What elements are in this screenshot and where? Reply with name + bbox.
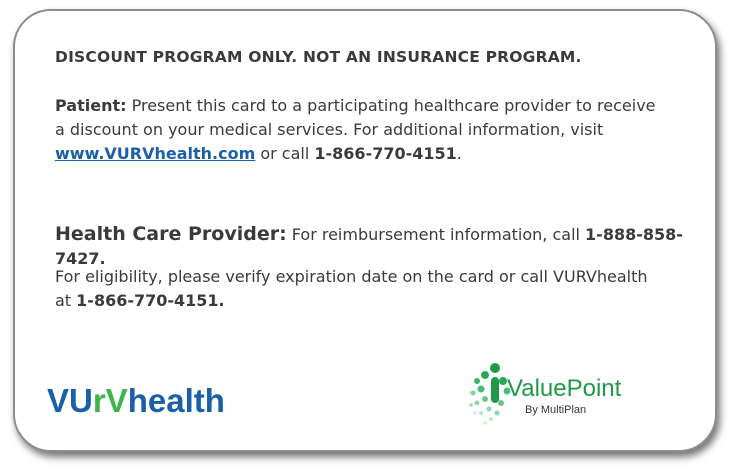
vurvhealth-logo: VUrVhealth [47,382,225,419]
provider-paragraph: Health Care Provider: For reimbursement … [55,222,715,271]
provider-text: For reimbursement information, call [286,225,586,244]
vurv-logo-part2: rV [93,382,128,419]
patient-label: Patient: [55,96,127,115]
eligibility-phone: 1-866-770-4151. [76,291,225,310]
patient-text-2: or call [255,144,315,163]
disclaimer-heading: DISCOUNT PROGRAM ONLY. NOT AN INSURANCE … [55,48,582,66]
patient-phone: 1-866-770-4151 [314,144,457,163]
valuepoint-subtitle: By MultiPlan [525,404,586,416]
valuepoint-name: ValuePoint [507,375,622,402]
patient-paragraph: Patient: Present this card to a particip… [55,94,665,166]
patient-text: Present this card to a participating hea… [55,96,656,139]
vurv-logo-part3: health [128,382,225,419]
valuepoint-logo: ValuePoint By MultiPlan [469,363,622,425]
patient-end: . [456,144,462,163]
valuepoint-dots-icon [469,363,511,425]
discount-card: DISCOUNT PROGRAM ONLY. NOT AN INSURANCE … [13,9,717,452]
website-link[interactable]: www.VURVhealth.com [55,144,255,163]
provider-label: Health Care Provider: [55,223,287,245]
eligibility-paragraph: For eligibility, please verify expiratio… [55,265,665,313]
svg-text:VUrVhealth: VUrVhealth [47,382,225,419]
vurv-logo-part1: VU [47,382,93,419]
